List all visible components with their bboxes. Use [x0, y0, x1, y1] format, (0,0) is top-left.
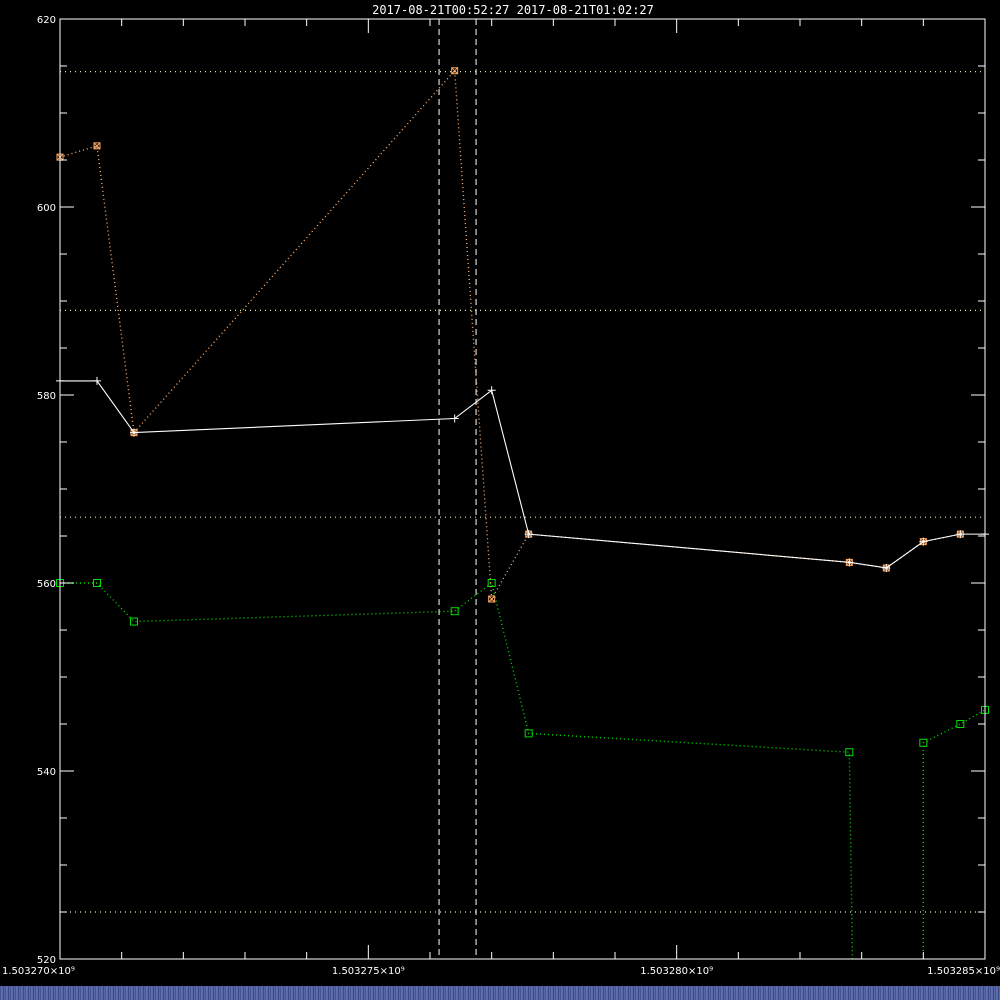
x-tick-label: 1.503285×10⁹: [927, 966, 1000, 977]
y-tick-label: 560: [37, 579, 56, 590]
noise-strip: [0, 986, 1000, 1000]
chart-background: [0, 0, 1000, 1000]
chart: 520 540 560 580 600 620 1.503270×10⁹ 1.503275×1…: [0, 0, 1000, 1000]
x-tick-label: 1.503280×10⁹: [640, 966, 713, 977]
y-tick-label: 620: [37, 15, 56, 26]
y-tick-label: 580: [37, 391, 56, 402]
y-tick-label: 600: [37, 203, 56, 214]
x-tick-label: 1.503270×10⁹: [2, 966, 75, 977]
y-tick-label: 520: [37, 955, 56, 966]
chart-title: 2017-08-21T00:52:27 2017-08-21T01:02:27: [372, 3, 654, 17]
y-tick-label: 540: [37, 767, 56, 778]
x-tick-label: 1.503275×10⁹: [332, 966, 405, 977]
